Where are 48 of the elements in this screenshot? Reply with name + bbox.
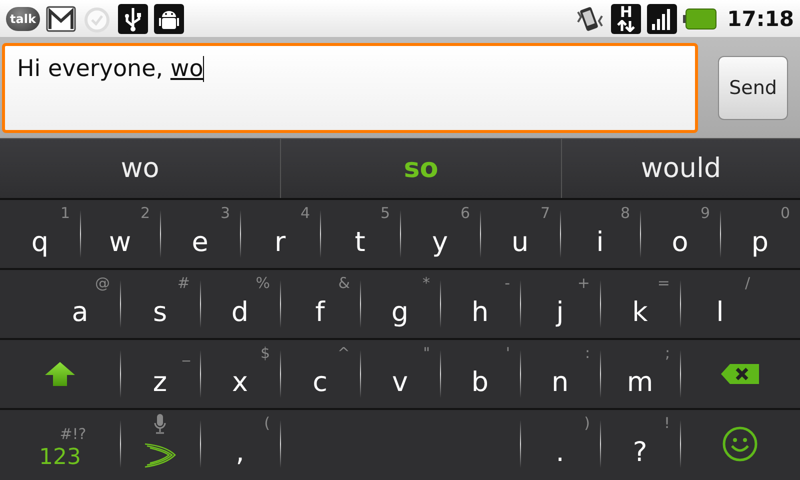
talk-icon: talk	[6, 6, 40, 30]
swipe-logo-icon	[144, 442, 176, 468]
mail-icon	[46, 4, 76, 32]
key[interactable]: % d	[200, 270, 280, 338]
key[interactable]: 6 y	[400, 200, 480, 268]
key[interactable]: / l	[680, 270, 760, 338]
key[interactable]: # s	[120, 270, 200, 338]
symbols-key[interactable]: #!? 123	[0, 410, 120, 478]
key[interactable]: ! ?	[600, 410, 680, 478]
key[interactable]: = k	[600, 270, 680, 338]
key[interactable]: _ z	[120, 340, 200, 408]
key[interactable]: ' b	[440, 340, 520, 408]
robot-icon	[154, 4, 184, 34]
key[interactable]: 3 e	[160, 200, 240, 268]
key[interactable]: 5 t	[320, 200, 400, 268]
key[interactable]: ; m	[600, 340, 680, 408]
key[interactable]: 8 i	[560, 200, 640, 268]
signal-icon	[647, 4, 678, 34]
backspace-icon	[720, 363, 760, 385]
battery-icon	[683, 8, 718, 30]
suggestion-item[interactable]: wo	[0, 139, 280, 198]
clock-time: 17:18	[727, 6, 794, 30]
key[interactable]: & f	[280, 270, 360, 338]
key[interactable]: - h	[440, 270, 520, 338]
key[interactable]: : n	[520, 340, 600, 408]
key[interactable]: 0 p	[720, 200, 800, 268]
key[interactable]: 4 r	[240, 200, 320, 268]
key[interactable]: ) .	[520, 410, 600, 478]
microphone-icon	[154, 414, 166, 434]
key[interactable]: 7 u	[480, 200, 560, 268]
key[interactable]: 1 q	[0, 200, 80, 268]
suggestion-item[interactable]: would	[561, 139, 800, 198]
data-network-icon: H	[611, 4, 642, 34]
key[interactable]: + j	[520, 270, 600, 338]
smiley-icon	[722, 426, 758, 462]
usb-icon	[118, 4, 148, 34]
key[interactable]: 9 o	[640, 200, 720, 268]
message-field[interactable]: Hi everyone, wo	[2, 43, 698, 133]
key[interactable]: * g	[360, 270, 440, 338]
key[interactable]: ^ c	[280, 340, 360, 408]
shift-arrow-icon	[44, 361, 76, 387]
suggestion-item[interactable]: so	[280, 139, 561, 198]
send-button[interactable]: Send	[718, 56, 788, 120]
key[interactable]: ( ,	[200, 410, 280, 478]
key[interactable]: $ x	[200, 340, 280, 408]
key[interactable]: @ a	[40, 270, 120, 338]
key[interactable]: 2 w	[80, 200, 160, 268]
key[interactable]: " v	[360, 340, 440, 408]
